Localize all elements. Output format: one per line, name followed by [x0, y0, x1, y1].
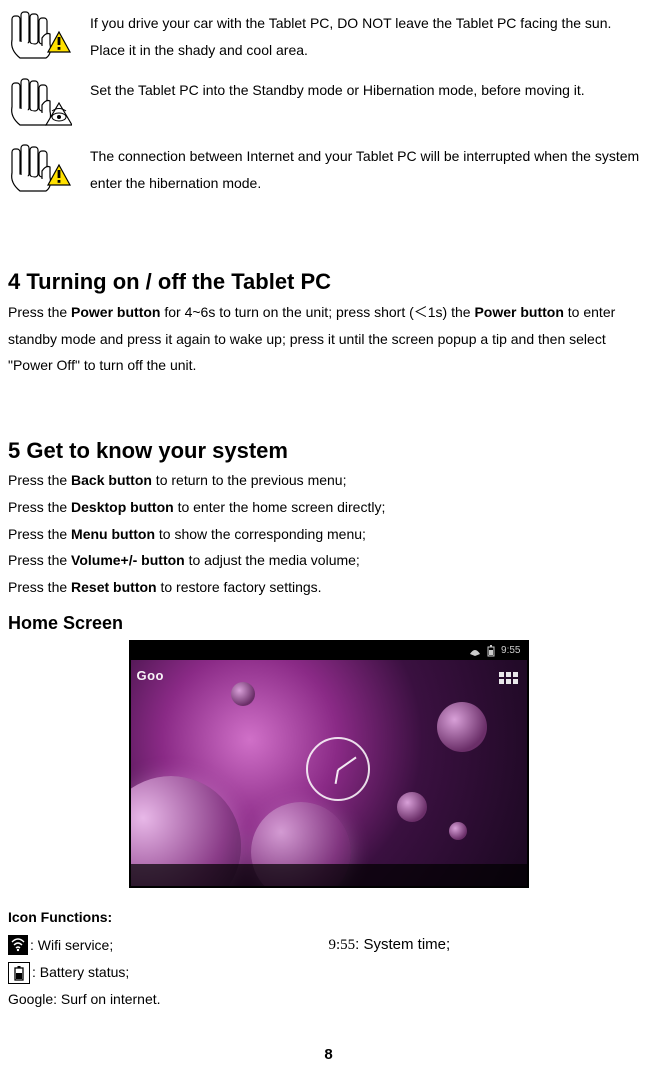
systime-label: : System time;: [355, 936, 450, 953]
caution-item: If you drive your car with the Tablet PC…: [8, 10, 649, 63]
page-number: 8: [8, 1041, 649, 1070]
battery-icon: [487, 645, 495, 657]
status-time: 9:55: [501, 641, 520, 660]
text: Press the: [8, 472, 71, 488]
battery-icon: [8, 962, 30, 984]
section-5-line: Press the Desktop button to enter the ho…: [8, 494, 649, 521]
google-search-label: Goo: [137, 664, 165, 689]
text: Press the: [8, 304, 71, 320]
nav-bar: [131, 864, 527, 886]
caution-text: If you drive your car with the Tablet PC…: [90, 10, 649, 63]
power-button-label: Power button: [71, 304, 160, 320]
reset-button-label: Reset button: [71, 579, 157, 595]
caution-text: Set the Tablet PC into the Standby mode …: [90, 77, 649, 104]
section-5-title: 5 Get to know your system: [8, 437, 649, 466]
text: Press the: [8, 579, 71, 595]
text: to return to the previous menu;: [152, 472, 347, 488]
home-screen-screenshot-wrap: 9:55 Goo: [8, 640, 649, 897]
home-screen-screenshot: 9:55 Goo: [129, 640, 529, 888]
text: for 4~6s to turn on the unit; press shor…: [160, 304, 474, 320]
icon-functions-title: Icon Functions:: [8, 904, 649, 931]
caution-item: Set the Tablet PC into the Standby mode …: [8, 77, 649, 129]
google-label: Google: Surf on internet.: [8, 986, 649, 1013]
volume-button-label: Volume+/- button: [71, 552, 185, 568]
section-4-body: Press the Power button for 4~6s to turn …: [8, 299, 649, 379]
systime-prefix: 9:55: [329, 937, 356, 953]
caution-hand-warning-icon: [8, 10, 72, 62]
wifi-icon: [8, 935, 28, 955]
battery-label: : Battery status;: [32, 959, 129, 986]
section-5-line: Press the Reset button to restore factor…: [8, 574, 649, 601]
caution-item: The connection between Internet and your…: [8, 143, 649, 196]
icon-function-row: : Wifi service; 9:55: System time;: [8, 931, 649, 960]
text: to adjust the media volume;: [185, 552, 360, 568]
wifi-icon: [469, 646, 481, 656]
desktop-button-label: Desktop button: [71, 499, 174, 515]
text: to show the corresponding menu;: [155, 526, 366, 542]
caution-hand-warning-icon: [8, 143, 72, 195]
section-4-title: 4 Turning on / off the Tablet PC: [8, 268, 649, 297]
power-button-label: Power button: [474, 304, 563, 320]
section-5-line: Press the Menu button to show the corres…: [8, 521, 649, 548]
section-5-line: Press the Back button to return to the p…: [8, 467, 649, 494]
caution-text: The connection between Internet and your…: [90, 143, 649, 196]
home-screen-title: Home Screen: [8, 612, 649, 635]
wifi-label: : Wifi service;: [30, 932, 113, 959]
text: Press the: [8, 499, 71, 515]
text: to restore factory settings.: [157, 579, 322, 595]
menu-button-label: Menu button: [71, 526, 155, 542]
icon-functions: Icon Functions: : Wifi service; 9:55: Sy…: [8, 904, 649, 1012]
back-button-label: Back button: [71, 472, 152, 488]
text: Press the: [8, 526, 71, 542]
icon-function-row: : Battery status;: [8, 959, 649, 986]
apps-grid-icon: [499, 672, 521, 694]
text: Press the: [8, 552, 71, 568]
status-bar: 9:55: [131, 642, 527, 660]
text: to enter the home screen directly;: [174, 499, 386, 515]
section-5-line: Press the Volume+/- button to adjust the…: [8, 547, 649, 574]
clock-widget-icon: [306, 737, 370, 801]
caution-hand-eye-icon: [8, 77, 72, 129]
